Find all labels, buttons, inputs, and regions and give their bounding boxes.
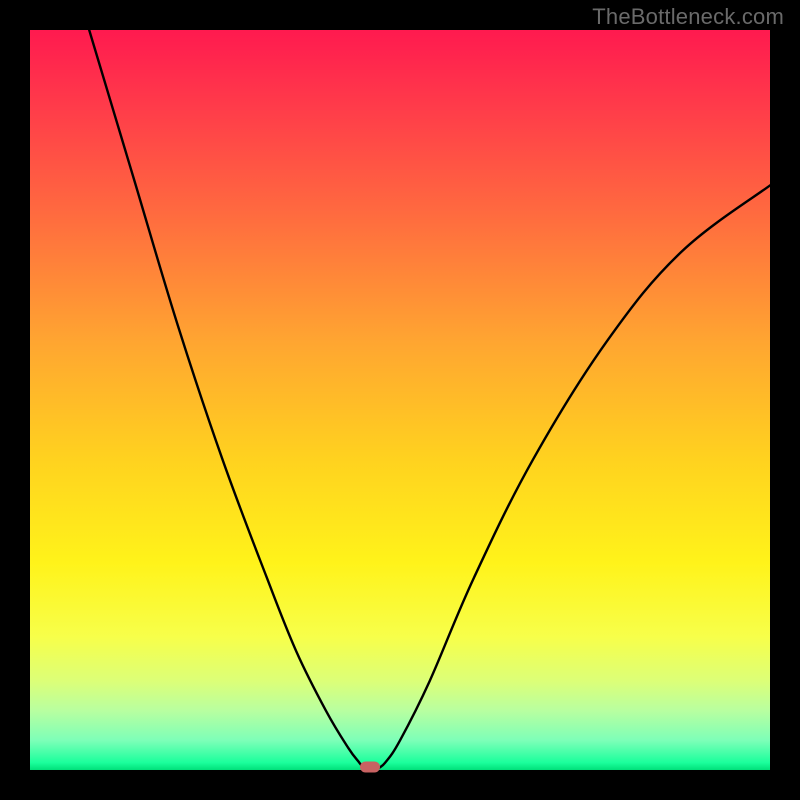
watermark-text: TheBottleneck.com (592, 4, 784, 30)
optimal-marker (360, 762, 380, 773)
curve-path (89, 30, 770, 770)
chart-root: TheBottleneck.com (0, 0, 800, 800)
plot-area (30, 30, 770, 770)
bottleneck-curve (30, 30, 770, 770)
